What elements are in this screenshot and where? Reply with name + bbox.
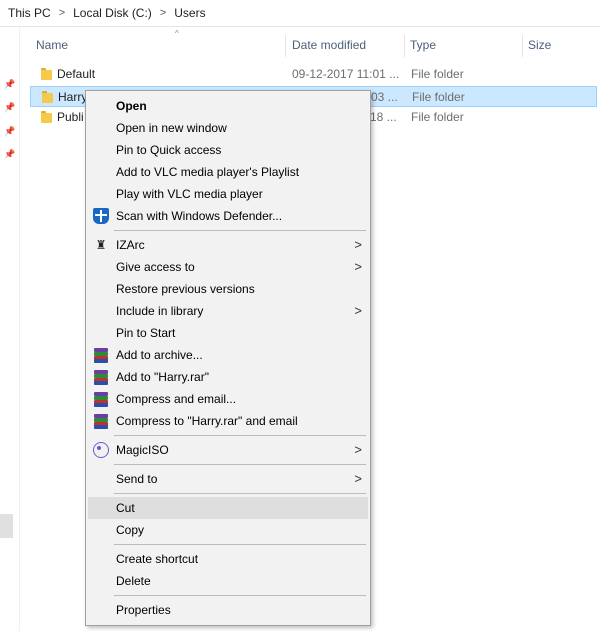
menu-item-magiciso[interactable]: MagicISO >: [88, 439, 368, 461]
menu-item-compress-rar-email[interactable]: Compress to "Harry.rar" and email: [88, 410, 368, 432]
pin-icon[interactable]: 📌: [4, 126, 15, 136]
column-divider[interactable]: [285, 35, 286, 57]
menu-item-label: Create shortcut: [116, 552, 199, 566]
column-type[interactable]: Type: [410, 27, 436, 64]
menu-item-label: Send to: [116, 472, 158, 486]
menu-item-label: IZArc: [116, 238, 145, 252]
file-type: File folder: [411, 110, 464, 124]
menu-item-label: Cut: [116, 501, 135, 515]
menu-item-add-vlc-playlist[interactable]: Add to VLC media player's Playlist: [88, 161, 368, 183]
column-divider[interactable]: [522, 35, 523, 57]
pin-icon[interactable]: 📌: [4, 102, 15, 112]
sort-ascending-icon: ^: [175, 29, 179, 38]
file-row-default[interactable]: Default 09-12-2017 11:01 ... File folder: [30, 64, 597, 85]
file-type: File folder: [412, 90, 465, 104]
column-headers: ^ Name Date modified Type Size: [22, 27, 600, 64]
winrar-icon: [93, 369, 109, 385]
menu-item-add-archive[interactable]: Add to archive...: [88, 344, 368, 366]
chevron-right-icon: >: [58, 7, 66, 19]
menu-item-label: Compress to "Harry.rar" and email: [116, 414, 298, 428]
menu-separator: [114, 493, 366, 494]
menu-item-delete[interactable]: Delete: [88, 570, 368, 592]
pin-icon[interactable]: 📌: [4, 149, 15, 159]
menu-item-copy[interactable]: Copy: [88, 519, 368, 541]
menu-item-label: Scan with Windows Defender...: [116, 209, 283, 223]
menu-separator: [114, 464, 366, 465]
menu-item-label: Include in library: [116, 304, 204, 318]
menu-item-label: Add to VLC media player's Playlist: [116, 165, 300, 179]
file-name: Default: [57, 67, 96, 81]
chevron-right-icon: >: [354, 471, 362, 486]
menu-item-restore-versions[interactable]: Restore previous versions: [88, 278, 368, 300]
file-name: Publi: [57, 110, 84, 124]
menu-item-label: Add to archive...: [116, 348, 203, 362]
menu-separator: [114, 595, 366, 596]
menu-item-scan-defender[interactable]: Scan with Windows Defender...: [88, 205, 368, 227]
menu-item-open-new-window[interactable]: Open in new window: [88, 117, 368, 139]
menu-item-label: Delete: [116, 574, 151, 588]
folder-icon: [41, 111, 52, 123]
menu-item-label: Properties: [116, 603, 171, 617]
izarc-icon: ♜: [95, 238, 107, 252]
menu-item-label: MagicISO: [116, 443, 169, 457]
menu-item-pin-quick-access[interactable]: Pin to Quick access: [88, 139, 368, 161]
breadcrumb-this-pc[interactable]: This PC: [5, 6, 54, 20]
chevron-right-icon: >: [354, 303, 362, 318]
column-size[interactable]: Size: [528, 27, 551, 64]
menu-separator: [114, 435, 366, 436]
menu-item-compress-email[interactable]: Compress and email...: [88, 388, 368, 410]
chevron-right-icon: >: [354, 237, 362, 252]
menu-item-cut[interactable]: Cut: [88, 497, 368, 519]
menu-item-give-access[interactable]: Give access to >: [88, 256, 368, 278]
column-date-modified[interactable]: Date modified: [292, 27, 366, 64]
menu-item-label: Play with VLC media player: [116, 187, 263, 201]
context-menu: Open Open in new window Pin to Quick acc…: [85, 90, 371, 626]
menu-item-pin-start[interactable]: Pin to Start: [88, 322, 368, 344]
windows-defender-icon: [93, 208, 109, 224]
column-name[interactable]: Name: [36, 27, 68, 64]
menu-item-include-library[interactable]: Include in library >: [88, 300, 368, 322]
menu-item-open[interactable]: Open: [88, 95, 368, 117]
file-name: Harry: [58, 90, 88, 104]
menu-item-label: Open in new window: [116, 121, 227, 135]
breadcrumb-local-disk[interactable]: Local Disk (C:): [70, 6, 155, 20]
address-bar[interactable]: This PC > Local Disk (C:) > Users: [0, 0, 600, 27]
nav-scrollbar-thumb[interactable]: [0, 514, 13, 538]
navigation-pane: 📌 📌 📌 📌: [0, 27, 20, 631]
file-date: 09-12-2017 11:01 ...: [292, 67, 400, 81]
menu-item-properties[interactable]: Properties: [88, 599, 368, 621]
menu-item-label: Open: [116, 99, 147, 113]
menu-item-label: Copy: [116, 523, 145, 537]
file-type: File folder: [411, 67, 464, 81]
menu-item-izarc[interactable]: ♜ IZArc >: [88, 234, 368, 256]
folder-icon: [41, 68, 52, 80]
folder-icon: [42, 91, 53, 103]
menu-item-play-vlc[interactable]: Play with VLC media player: [88, 183, 368, 205]
menu-item-label: Pin to Quick access: [116, 143, 222, 157]
menu-item-label: Add to "Harry.rar": [116, 370, 209, 384]
pin-icon[interactable]: 📌: [4, 79, 15, 89]
chevron-right-icon: >: [354, 259, 362, 274]
menu-item-send-to[interactable]: Send to >: [88, 468, 368, 490]
menu-separator: [114, 544, 366, 545]
winrar-icon: [93, 347, 109, 363]
menu-item-label: Give access to: [116, 260, 195, 274]
breadcrumb-users[interactable]: Users: [171, 6, 208, 20]
chevron-right-icon: >: [354, 442, 362, 457]
column-divider[interactable]: [404, 35, 405, 57]
menu-separator: [114, 230, 366, 231]
magiciso-icon: [93, 442, 109, 458]
chevron-right-icon: >: [159, 7, 167, 19]
menu-item-add-rar[interactable]: Add to "Harry.rar": [88, 366, 368, 388]
menu-item-label: Restore previous versions: [116, 282, 255, 296]
winrar-icon: [93, 391, 109, 407]
winrar-icon: [93, 413, 109, 429]
menu-item-create-shortcut[interactable]: Create shortcut: [88, 548, 368, 570]
menu-item-label: Pin to Start: [116, 326, 176, 340]
menu-item-label: Compress and email...: [116, 392, 237, 406]
